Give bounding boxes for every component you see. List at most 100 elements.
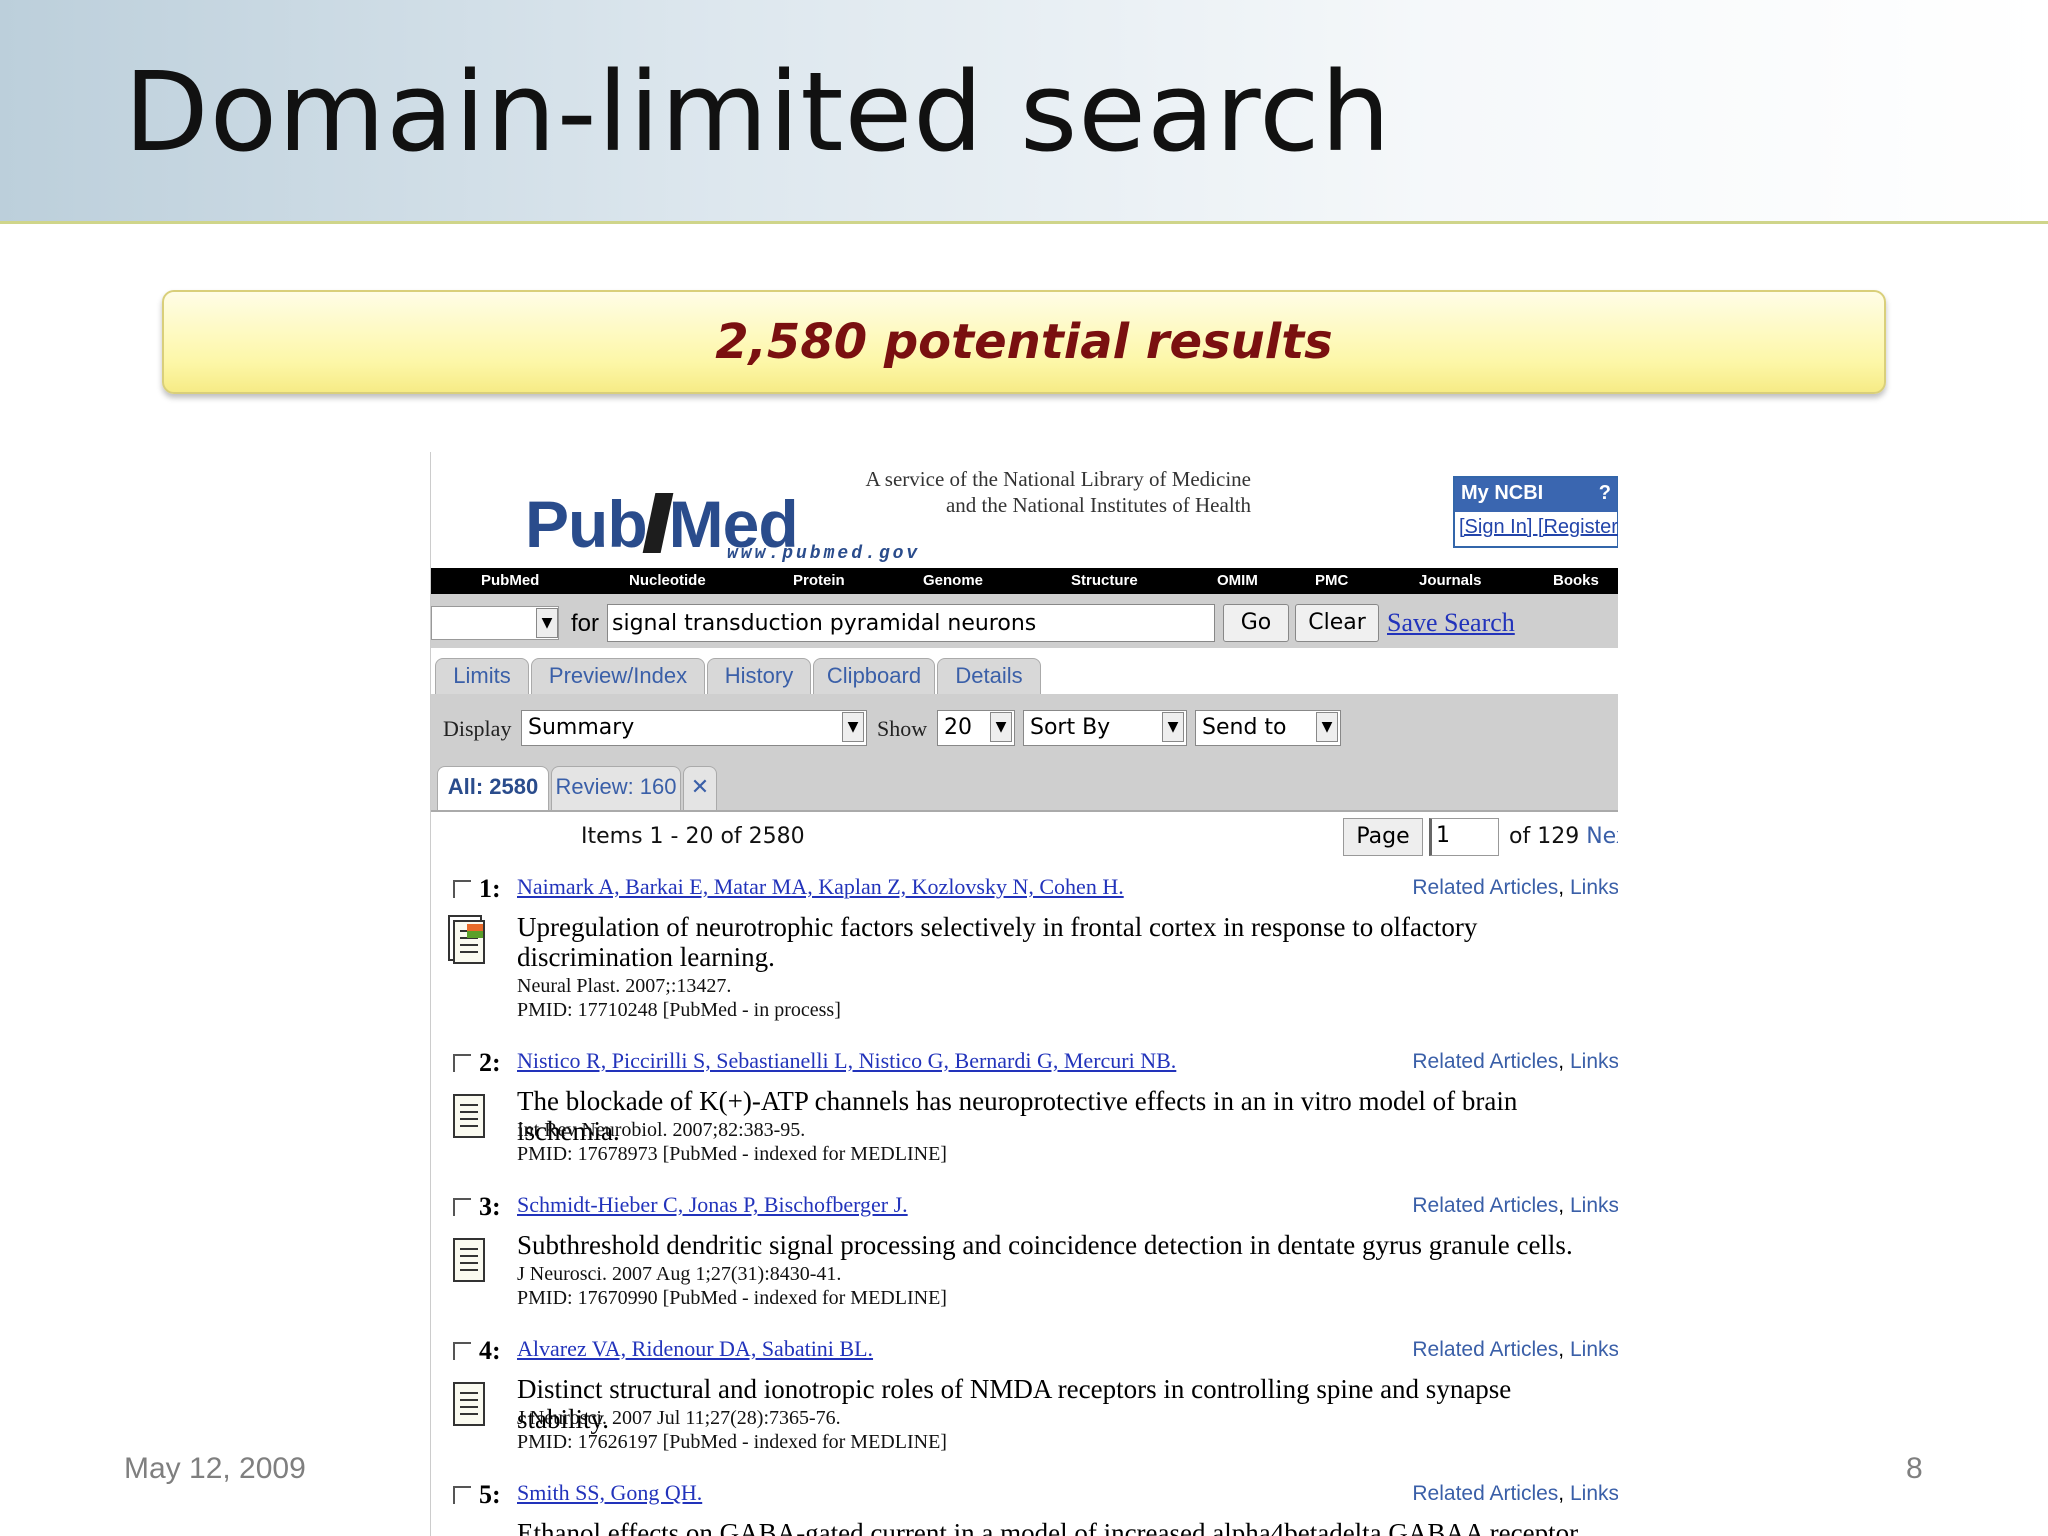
result-number: 5: xyxy=(479,1480,501,1509)
nav-protein[interactable]: Protein xyxy=(793,572,845,589)
nav-nucleotide[interactable]: Nucleotide xyxy=(629,572,706,589)
result-title: Ethanol effects on GABA-gated current in… xyxy=(517,1518,1579,1536)
result-pmid: PMID: 17626197 [PubMed - indexed for MED… xyxy=(517,1431,947,1453)
page-button[interactable]: Page xyxy=(1343,818,1423,856)
sort-by-value: Sort By xyxy=(1030,715,1111,740)
links-link[interactable]: Links xyxy=(1570,1194,1618,1217)
tab-all-results[interactable]: All: 2580 xyxy=(437,766,549,810)
related-links: Related Articles, Links xyxy=(1412,1482,1618,1505)
related-articles-link[interactable]: Related Articles xyxy=(1412,1482,1558,1505)
nav-journals[interactable]: Journals xyxy=(1419,572,1482,589)
my-ncbi-label: My NCBI xyxy=(1461,482,1544,504)
nav-pmc[interactable]: PMC xyxy=(1315,572,1348,589)
related-articles-link[interactable]: Related Articles xyxy=(1412,876,1558,899)
show-select[interactable]: 20 ▼ xyxy=(937,710,1015,746)
my-ncbi-box: My NCBI ? [Sign In] [Register] xyxy=(1453,476,1618,548)
nav-omim[interactable]: OMIM xyxy=(1217,572,1258,589)
result-authors-link[interactable]: Nistico R, Piccirilli S, Sebastianelli L… xyxy=(517,1048,1176,1074)
result-pmid: PMID: 17670990 [PubMed - indexed for MED… xyxy=(517,1287,947,1309)
sign-in-register-links[interactable]: [Sign In] [Register] xyxy=(1455,512,1618,543)
nav-pubmed[interactable]: PubMed xyxy=(481,572,539,589)
send-to-select[interactable]: Send to ▼ xyxy=(1195,710,1341,746)
result-title: Upregulation of neurotrophic factors sel… xyxy=(517,912,1478,972)
tab-clipboard[interactable]: Clipboard xyxy=(813,658,935,694)
result-checkbox[interactable] xyxy=(453,880,471,898)
nav-genome[interactable]: Genome xyxy=(923,572,983,589)
divider xyxy=(431,810,1618,812)
page-total: of 129 Next xyxy=(1509,824,1618,849)
next-page-link[interactable]: Next xyxy=(1586,824,1618,849)
filter-settings-icon[interactable]: ✕ xyxy=(683,766,717,810)
document-icon[interactable] xyxy=(453,1238,485,1282)
result-title: Subthreshold dendritic signal processing… xyxy=(517,1230,1573,1260)
result-authors-link[interactable]: Schmidt-Hieber C, Jonas P, Bischofberger… xyxy=(517,1192,908,1218)
result-checkbox[interactable] xyxy=(453,1342,471,1360)
result-number: 1: xyxy=(479,874,501,903)
result-item: 5: Smith SS, Gong QH. Related Articles, … xyxy=(431,1480,1618,1536)
save-search-link[interactable]: Save Search xyxy=(1387,608,1515,638)
related-articles-link[interactable]: Related Articles xyxy=(1412,1050,1558,1073)
logo-pub-text: Pub xyxy=(525,487,648,561)
result-source: Neural Plast. 2007;:13427. xyxy=(517,975,732,997)
result-item: 2: Nistico R, Piccirilli S, Sebastianell… xyxy=(431,1048,1618,1188)
result-item: 3: Schmidt-Hieber C, Jonas P, Bischofber… xyxy=(431,1192,1618,1332)
pubmed-header: Pub Med www.pubmed.gov A service of the N… xyxy=(431,452,1618,568)
related-links: Related Articles, Links xyxy=(1412,876,1618,899)
service-line-2: and the National Institutes of Health xyxy=(945,493,1251,517)
links-link[interactable]: Links xyxy=(1570,1482,1618,1505)
chevron-down-icon: ▼ xyxy=(1162,712,1184,742)
chevron-down-icon: ▼ xyxy=(842,712,864,742)
abstract-document-icon[interactable] xyxy=(453,920,485,964)
go-button[interactable]: Go xyxy=(1223,604,1289,642)
clear-button[interactable]: Clear xyxy=(1295,604,1379,642)
pubmed-screenshot: Pub Med www.pubmed.gov A service of the N… xyxy=(430,452,1618,1536)
tab-limits[interactable]: Limits xyxy=(435,658,529,694)
results-callout: 2,580 potential results xyxy=(162,290,1886,394)
result-checkbox[interactable] xyxy=(453,1054,471,1072)
nav-books[interactable]: Books xyxy=(1553,572,1599,589)
help-icon[interactable]: ? xyxy=(1599,482,1611,508)
service-notice: A service of the National Library of Med… xyxy=(851,466,1251,518)
links-link[interactable]: Links xyxy=(1570,876,1618,899)
tab-preview-index[interactable]: Preview/Index xyxy=(531,658,705,694)
display-select[interactable]: Summary ▼ xyxy=(521,710,867,746)
links-link[interactable]: Links xyxy=(1570,1050,1618,1073)
document-icon[interactable] xyxy=(453,1382,485,1426)
result-authors-link[interactable]: Smith SS, Gong QH. xyxy=(517,1480,702,1506)
result-checkbox[interactable] xyxy=(453,1198,471,1216)
tab-details[interactable]: Details xyxy=(937,658,1041,694)
related-links: Related Articles, Links xyxy=(1412,1338,1618,1361)
service-line-1: A service of the National Library of Med… xyxy=(865,467,1251,491)
my-ncbi-title: My NCBI ? xyxy=(1455,478,1617,512)
result-checkbox[interactable] xyxy=(453,1486,471,1504)
database-select[interactable]: ▼ xyxy=(431,606,559,640)
result-item: 4: Alvarez VA, Ridenour DA, Sabatini BL.… xyxy=(431,1336,1618,1476)
links-link[interactable]: Links xyxy=(1570,1338,1618,1361)
result-authors-link[interactable]: Alvarez VA, Ridenour DA, Sabatini BL. xyxy=(517,1336,873,1362)
chevron-down-icon: ▼ xyxy=(1316,712,1338,742)
pubmed-url: www.pubmed.gov xyxy=(727,544,921,564)
document-icon[interactable] xyxy=(453,1094,485,1138)
display-select-value: Summary xyxy=(528,715,635,740)
slide-number: 8 xyxy=(1906,1452,1923,1485)
related-articles-link[interactable]: Related Articles xyxy=(1412,1338,1558,1361)
result-pmid: PMID: 17678973 [PubMed - indexed for MED… xyxy=(517,1143,947,1165)
result-authors-link[interactable]: Naimark A, Barkai E, Matar MA, Kaplan Z,… xyxy=(517,874,1124,900)
sort-by-select[interactable]: Sort By ▼ xyxy=(1023,710,1187,746)
for-label: for xyxy=(571,610,600,637)
tabs-underline xyxy=(431,694,1618,704)
page-number-input[interactable]: 1 xyxy=(1429,818,1499,856)
related-links: Related Articles, Links xyxy=(1412,1050,1618,1073)
related-articles-link[interactable]: Related Articles xyxy=(1412,1194,1558,1217)
search-bar: ▼ for signal transduction pyramidal neur… xyxy=(431,594,1618,648)
result-filter-tabs: All: 2580 Review: 160 ✕ xyxy=(431,752,1618,810)
nav-structure[interactable]: Structure xyxy=(1071,572,1138,589)
result-number: 2: xyxy=(479,1048,501,1077)
feature-tabs: Limits Preview/Index History Clipboard D… xyxy=(431,648,1618,694)
result-item: 1: Naimark A, Barkai E, Matar MA, Kaplan… xyxy=(431,874,1618,1044)
result-number: 3: xyxy=(479,1192,501,1221)
tab-review-results[interactable]: Review: 160 xyxy=(551,766,681,810)
tab-history[interactable]: History xyxy=(707,658,811,694)
result-source: J Neurosci. 2007 Aug 1;27(31):8430-41. xyxy=(517,1263,842,1285)
search-input[interactable]: signal transduction pyramidal neurons xyxy=(607,604,1215,642)
